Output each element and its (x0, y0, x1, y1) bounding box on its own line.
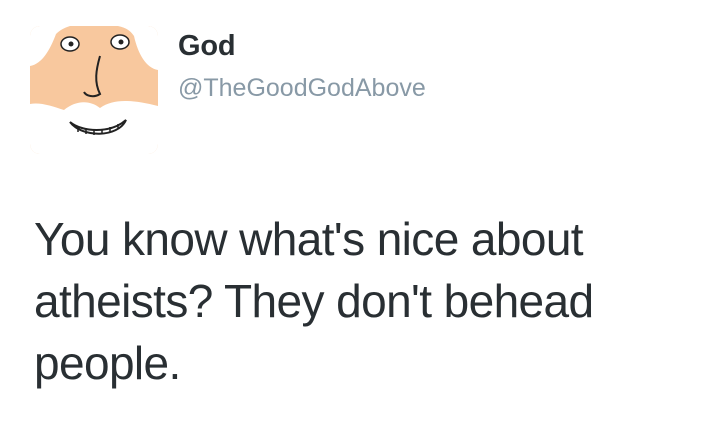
tweet-text: You know what's nice about atheists? The… (34, 213, 594, 389)
tweet-card: God @TheGoodGodAbove You know what's nic… (0, 0, 720, 424)
author-display-name[interactable]: God (178, 30, 236, 63)
avatar[interactable] (30, 26, 158, 154)
author-handle[interactable]: @TheGoodGodAbove (178, 74, 426, 103)
god-face-icon (30, 26, 158, 154)
